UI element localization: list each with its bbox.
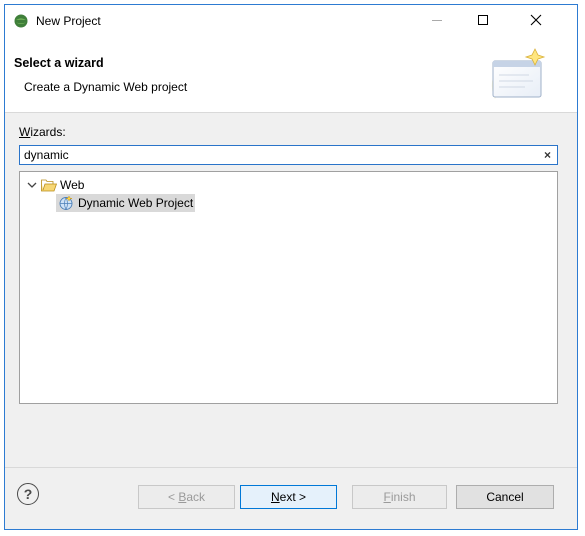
clear-filter-icon[interactable]: × [544, 148, 551, 162]
tree-node-dynamic-web-project[interactable]: Dynamic Web Project [56, 194, 196, 212]
back-button-rest: ack [186, 490, 206, 504]
tree-node-web[interactable]: Web [26, 176, 84, 194]
dynamic-web-project-icon [59, 195, 73, 210]
finish-button-accel: F [383, 490, 391, 504]
eclipse-icon [14, 14, 28, 28]
back-button[interactable]: < Back [138, 485, 235, 509]
tree-node-web-label: Web [60, 178, 85, 192]
next-button-rest: ext > [279, 490, 307, 504]
wizards-label-accel: W [19, 125, 31, 139]
cancel-button[interactable]: Cancel [456, 485, 554, 509]
tree-node-dynamic-web-project-label: Dynamic Web Project [78, 196, 194, 210]
wizard-banner: Select a wizard Create a Dynamic Web pro… [5, 35, 577, 113]
close-icon [530, 14, 542, 26]
help-icon: ? [23, 486, 33, 502]
next-button-accel: N [270, 490, 280, 504]
wizards-label-rest: izards: [30, 125, 66, 139]
page-description: Create a Dynamic Web project [24, 80, 188, 94]
open-folder-icon [41, 179, 57, 191]
minimize-icon [432, 19, 442, 21]
finish-button[interactable]: Finish [352, 485, 447, 509]
wizard-banner-icon [491, 48, 546, 99]
chevron-down-icon[interactable] [26, 179, 38, 191]
title-bar: New Project [5, 5, 577, 35]
wizards-label: Wizards: [19, 125, 66, 139]
wizard-filter-field[interactable]: × [19, 145, 558, 165]
footer-divider [5, 467, 577, 468]
back-button-prefix: < [167, 490, 179, 504]
window-title: New Project [36, 14, 101, 28]
next-button[interactable]: Next > [240, 485, 337, 509]
wizard-filter-input[interactable] [24, 147, 524, 163]
minimize-button[interactable] [414, 5, 460, 35]
close-button[interactable] [513, 5, 559, 35]
help-button[interactable]: ? [17, 483, 39, 505]
maximize-icon [478, 15, 488, 25]
page-title: Select a wizard [14, 56, 104, 70]
maximize-button[interactable] [460, 5, 506, 35]
finish-button-rest: inish [390, 490, 416, 504]
wizard-tree[interactable]: Web Dynamic Web Project [19, 171, 558, 404]
new-project-dialog: New Project Select a wizard Create a Dyn… [4, 4, 578, 530]
